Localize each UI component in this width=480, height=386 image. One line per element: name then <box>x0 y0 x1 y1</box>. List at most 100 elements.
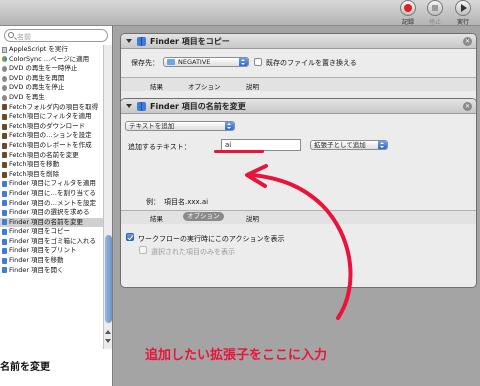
fetch-icon <box>2 113 7 120</box>
search-field[interactable]: 名前 <box>4 29 108 42</box>
copy-action-header[interactable]: Finder 項目をコピー <box>121 34 476 49</box>
run-label: 実行 <box>456 19 469 26</box>
stop-button[interactable]: 停止 <box>423 0 447 26</box>
record-icon <box>400 0 416 16</box>
finder-icon <box>137 36 146 46</box>
action-list-item[interactable]: DVD の再生を停止 <box>0 83 103 93</box>
action-list-item[interactable]: AppleScript を実行 <box>0 45 103 55</box>
action-list-item[interactable]: Finder 項目の名前を変更 <box>0 217 103 228</box>
action-list-item[interactable]: DVD の再生を一時停止 <box>0 64 103 74</box>
action-list-item-label: AppleScript を実行 <box>9 45 68 53</box>
action-list-item-label: DVD の再生を再開 <box>9 73 65 82</box>
fetch-icon <box>2 104 7 111</box>
finder-icon <box>2 248 7 255</box>
finder-icon <box>137 101 146 111</box>
action-list-item[interactable]: Finder 項目をコピー <box>0 227 103 237</box>
close-icon[interactable]: ✕ <box>463 102 472 111</box>
action-list-item[interactable]: Fetch項目のレポートを作成 <box>0 141 103 151</box>
replace-existing-label: 既存のファイルを置き換える <box>266 59 357 67</box>
tab-description[interactable]: 説明 <box>246 81 259 91</box>
tab-results[interactable]: 結果 <box>150 213 163 223</box>
finder-icon <box>2 200 7 207</box>
action-list-item[interactable]: DVD の再生を再開 <box>0 74 103 84</box>
finder-icon <box>2 257 7 264</box>
text-position-popup[interactable]: 拡張子として追加 <box>310 140 388 150</box>
action-list-item[interactable]: Finder 項目を開く <box>0 266 103 276</box>
rename-mode-popup[interactable]: テキストを追加 <box>125 121 235 131</box>
action-list-item-label: Finder 項目の名前を変更 <box>9 217 84 226</box>
finder-icon <box>2 238 7 245</box>
action-list-item[interactable]: Fetch項目の名前を変更 <box>0 151 103 161</box>
action-list-item[interactable]: Fetchフォルダ内の項目を取得 <box>0 103 103 113</box>
action-list-item-label: Finder 項目に…を割り当てる <box>9 188 97 197</box>
action-list-scrollbar[interactable] <box>103 45 112 349</box>
action-list: AppleScript を実行 ColorSync …ページに適用 DVD の再生を… <box>0 45 103 349</box>
finder-icon <box>2 181 7 188</box>
run-button[interactable]: 実行 <box>451 0 475 26</box>
show-action-checkbox[interactable] <box>126 233 134 241</box>
action-list-item[interactable]: Fetch項目を削除 <box>0 170 103 180</box>
search-icon <box>8 32 14 38</box>
fetch-icon <box>2 133 7 140</box>
tab-options[interactable]: オプション <box>183 212 224 221</box>
collapse-icon[interactable] <box>126 39 132 43</box>
dvd-icon <box>2 75 7 82</box>
record-label: 記録 <box>401 19 414 26</box>
action-list-item-label: DVD の再生を一時停止 <box>9 64 78 73</box>
action-list-item[interactable]: Finder 項目の選択を求める <box>0 208 103 218</box>
play-icon <box>455 0 471 16</box>
action-list-item-label: Fetch項目のダウンロード <box>9 121 86 130</box>
record-button[interactable]: 記録 <box>396 0 420 26</box>
action-list-item-label: Finder 項目を移動 <box>9 256 64 265</box>
fetch-icon <box>2 161 7 168</box>
replace-existing-checkbox[interactable] <box>254 58 262 66</box>
action-list-item-label: Fetch項目のレポートを作成 <box>9 140 92 149</box>
action-list-item[interactable]: ColorSync …ページに適用 <box>0 55 103 65</box>
action-list-item[interactable]: Finder 項目に…を割り当てる <box>0 189 103 199</box>
action-list-item-label: Finder 項目にフィルタを適用 <box>9 179 96 188</box>
action-list-item[interactable]: Fetch項目のダウンロード <box>0 122 103 132</box>
workflow-canvas: Finder 項目をコピー ✕ 保存先： NEGATIVE 既存のファイルを置き… <box>114 26 480 386</box>
scrollbar-thumb[interactable] <box>105 235 112 323</box>
rename-action-header[interactable]: Finder 項目の名前を変更 <box>121 99 476 114</box>
close-icon[interactable]: ✕ <box>463 37 472 46</box>
script-icon <box>2 46 7 53</box>
tab-description[interactable]: 説明 <box>246 213 259 223</box>
selected-only-checkbox[interactable] <box>139 246 147 254</box>
collapse-icon[interactable] <box>126 104 132 108</box>
action-list-item[interactable]: DVD を再生 <box>0 93 103 103</box>
action-list-item-label: Fetchフォルダ内の項目を取得 <box>9 102 99 111</box>
dvd-icon <box>2 85 7 92</box>
action-list-item[interactable]: Finder 項目の…メントを設定 <box>0 199 103 209</box>
folder-icon <box>167 59 175 65</box>
text-position-value: 拡張子として追加 <box>314 141 366 149</box>
scroll-up-icon[interactable] <box>105 330 111 334</box>
action-list-item-label: Finder 項目をプリント <box>9 246 77 255</box>
rename-action-title: Finder 項目の名前を変更 <box>150 101 246 111</box>
action-list-item[interactable]: Fetch項目の…ションを設定 <box>0 131 103 141</box>
action-list-item[interactable]: Finder 項目にフィルタを適用 <box>0 179 103 189</box>
action-list-item[interactable]: Finder 項目をプリント <box>0 246 103 256</box>
action-list-item-label: Finder 項目をゴミ箱に入れる <box>9 236 97 245</box>
finder-icon <box>2 219 7 226</box>
scroll-down-icon[interactable] <box>105 339 111 343</box>
tab-results[interactable]: 結果 <box>150 81 163 91</box>
destination-popup[interactable]: NEGATIVE <box>163 57 249 67</box>
action-list-item-label: Fetch項目の…ションを設定 <box>9 131 92 140</box>
fetch-icon <box>2 123 7 130</box>
fetch-icon <box>2 142 7 149</box>
action-list-item[interactable]: Finder 項目をゴミ箱に入れる <box>0 237 103 247</box>
tab-options[interactable]: オプション <box>188 81 221 91</box>
annotation-underline <box>214 150 264 153</box>
finder-icon <box>2 229 7 236</box>
action-list-item-label: Fetch項目の名前を変更 <box>9 150 79 159</box>
action-list-item[interactable]: Fetch項目を移動 <box>0 160 103 170</box>
destination-value: NEGATIVE <box>178 58 211 66</box>
action-list-item[interactable]: Fetch項目にフィルタを適用 <box>0 112 103 122</box>
stop-icon <box>427 0 443 16</box>
action-list-item[interactable]: Finder 項目を移動 <box>0 256 103 266</box>
action-list-item-label: Fetch項目にフィルタを適用 <box>9 112 92 121</box>
action-list-item-label: DVD を再生 <box>9 92 45 101</box>
action-list-item-label: Fetch項目を削除 <box>9 169 60 178</box>
finder-icon <box>2 267 7 274</box>
